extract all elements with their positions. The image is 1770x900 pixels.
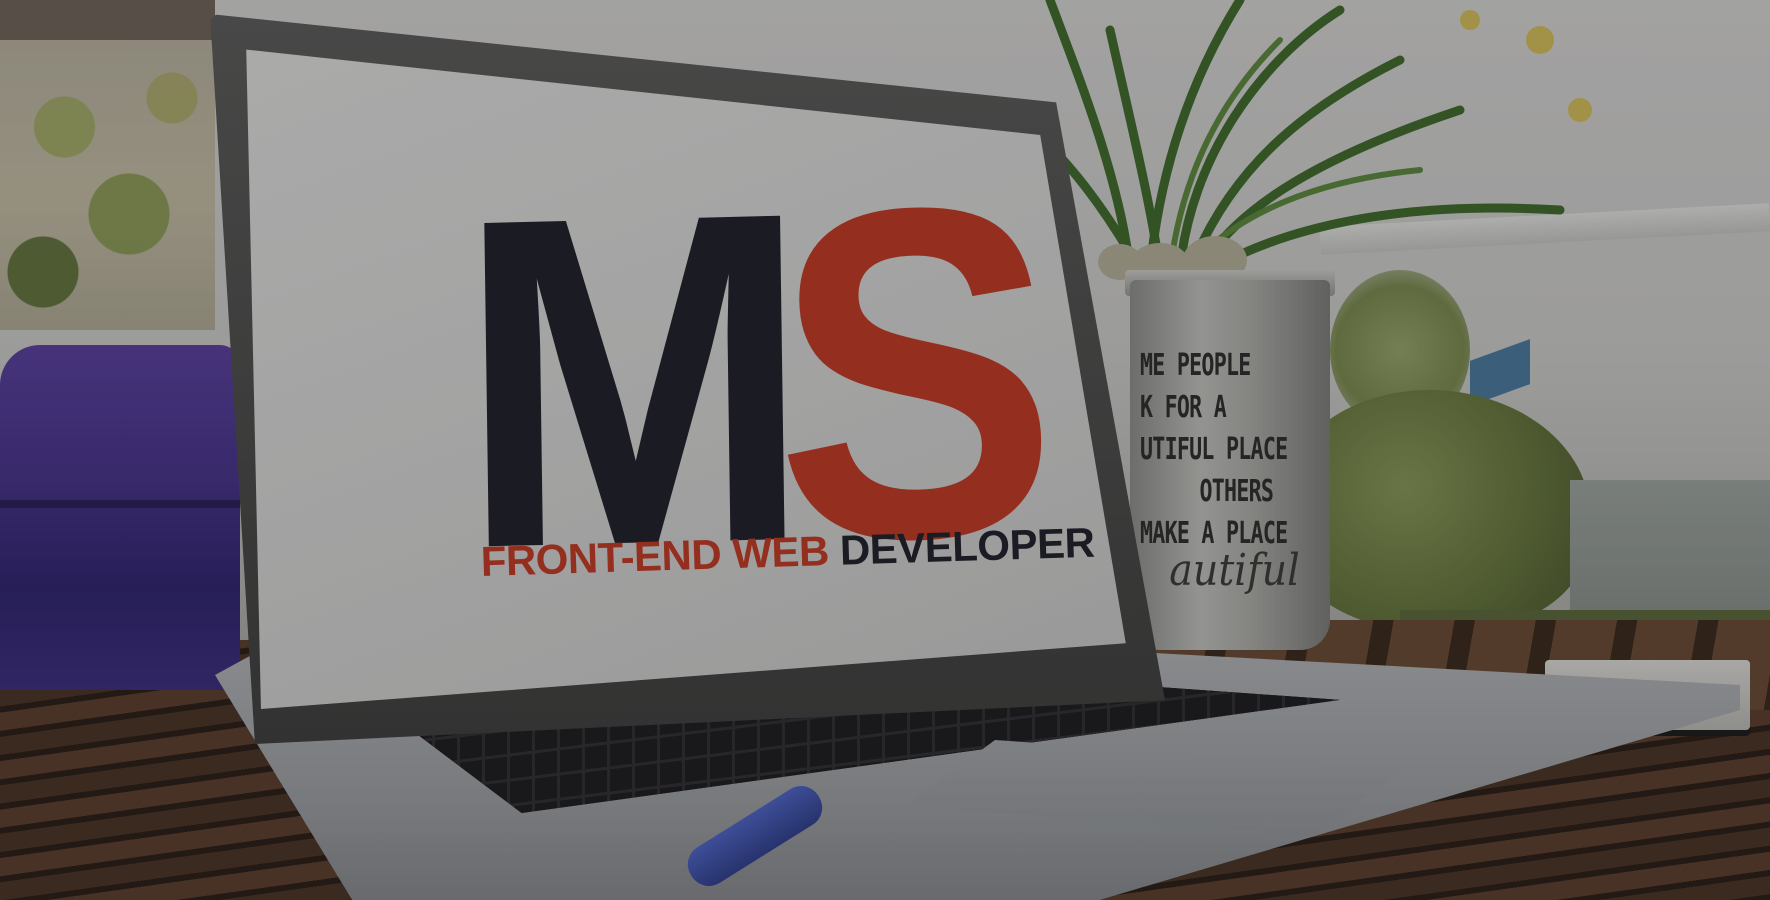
hero-photo: ME PEOPLE K FOR A UTIFUL PLACE OTHERS MA… [0,0,1770,900]
plant-leaves [1040,0,1592,287]
background-foliage [0,40,215,330]
pot-quote-line: OTHERS [1199,474,1274,509]
pot-quote-line: ME PEOPLE [1140,348,1251,383]
purple-blanket [0,345,240,690]
tagline-rest: DEVELOPER [839,518,1096,574]
background-shed [1570,480,1770,620]
background-house-roof [0,0,215,40]
pot-quote-line: UTIFUL PLACE [1140,432,1288,467]
pot-quote: ME PEOPLE K FOR A UTIFUL PLACE OTHERS MA… [1140,345,1288,555]
pot-quote-line: K FOR A [1140,390,1227,425]
pot-script-word: autiful [1169,545,1300,596]
tagline-accent: FRONT-END WEB [480,527,830,585]
blanket-fold [0,500,240,508]
